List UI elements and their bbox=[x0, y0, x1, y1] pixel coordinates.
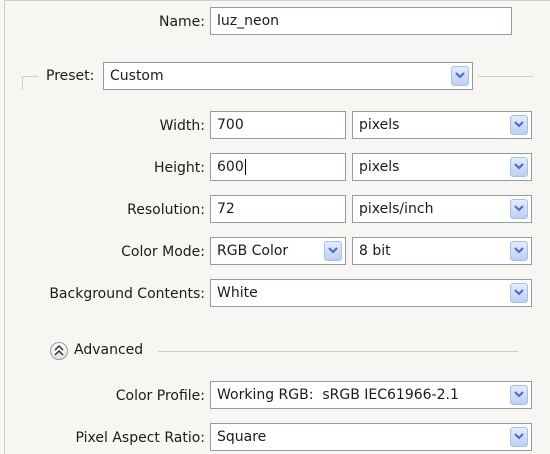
height-value: 600 bbox=[217, 159, 244, 175]
preset-value: Custom bbox=[110, 68, 164, 84]
color-mode-value: RGB Color bbox=[217, 243, 289, 259]
preset-group-line-left bbox=[22, 76, 38, 77]
pixel-aspect-ratio-value: Square bbox=[217, 429, 267, 445]
pixel-aspect-ratio-label: Pixel Aspect Ratio: bbox=[75, 430, 206, 446]
chevron-down-icon[interactable] bbox=[510, 115, 528, 135]
bit-depth-value: 8 bit bbox=[359, 243, 391, 259]
chevron-down-icon[interactable] bbox=[510, 241, 528, 261]
advanced-toggle-label[interactable]: Advanced bbox=[74, 342, 143, 358]
color-profile-value: Working RGB: sRGB IEC61966-2.1 bbox=[217, 387, 459, 403]
chevron-down-icon[interactable] bbox=[510, 199, 528, 219]
preset-label: Preset: bbox=[46, 68, 95, 84]
background-contents-label: Background Contents: bbox=[49, 286, 205, 302]
frame-top-border bbox=[4, 0, 550, 1]
name-label: Name: bbox=[158, 14, 205, 30]
width-input[interactable]: 700 bbox=[210, 111, 346, 139]
chevron-up-double-icon[interactable] bbox=[50, 342, 68, 360]
height-label: Height: bbox=[154, 160, 205, 176]
pixel-aspect-ratio-select[interactable]: Square bbox=[210, 423, 532, 451]
chevron-down-icon[interactable] bbox=[510, 283, 528, 303]
preset-select[interactable]: Custom bbox=[103, 62, 473, 90]
advanced-group-line bbox=[158, 351, 518, 352]
color-mode-select[interactable]: RGB Color bbox=[210, 237, 346, 265]
bit-depth-select[interactable]: 8 bit bbox=[352, 237, 532, 265]
width-unit-value: pixels bbox=[359, 117, 400, 133]
resolution-input[interactable]: 72 bbox=[210, 195, 346, 223]
width-unit-select[interactable]: pixels bbox=[352, 111, 532, 139]
color-profile-select[interactable]: Working RGB: sRGB IEC61966-2.1 bbox=[210, 381, 532, 409]
chevron-down-icon[interactable] bbox=[510, 385, 528, 405]
preset-group-line-right bbox=[478, 76, 533, 77]
chevron-down-icon[interactable] bbox=[324, 241, 342, 261]
resolution-unit-select[interactable]: pixels/inch bbox=[352, 195, 532, 223]
preset-group-line-vert bbox=[22, 76, 23, 90]
resolution-label: Resolution: bbox=[127, 202, 205, 218]
frame-left-border bbox=[4, 0, 5, 454]
chevron-down-icon[interactable] bbox=[510, 427, 528, 447]
height-input[interactable]: 600 bbox=[210, 153, 346, 181]
chevron-down-icon[interactable] bbox=[451, 66, 469, 86]
chevron-down-icon[interactable] bbox=[510, 157, 528, 177]
height-unit-select[interactable]: pixels bbox=[352, 153, 532, 181]
background-contents-select[interactable]: White bbox=[210, 279, 532, 307]
name-input[interactable]: luz_neon bbox=[210, 7, 512, 35]
color-mode-label: Color Mode: bbox=[121, 244, 205, 260]
background-contents-value: White bbox=[217, 285, 258, 301]
color-profile-label: Color Profile: bbox=[115, 388, 205, 404]
resolution-unit-value: pixels/inch bbox=[359, 201, 434, 217]
text-cursor bbox=[244, 159, 246, 175]
height-unit-value: pixels bbox=[359, 159, 400, 175]
width-label: Width: bbox=[159, 118, 205, 134]
